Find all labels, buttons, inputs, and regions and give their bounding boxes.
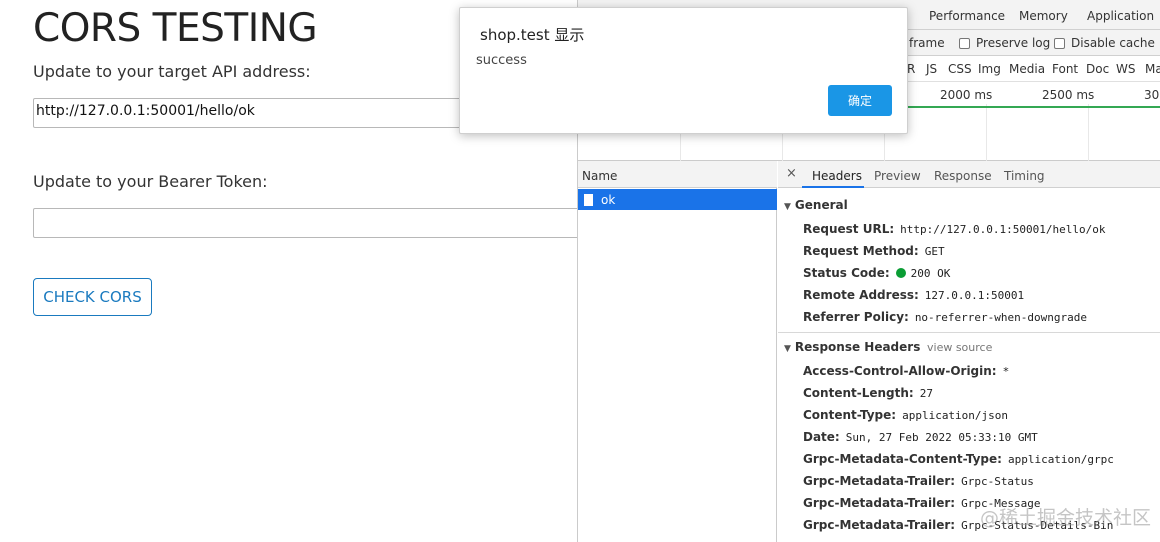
watermark: @稀土掘金技术社区 <box>980 507 1152 529</box>
header-value: no-referrer-when-downgrade <box>914 310 1087 324</box>
response-header-row: Content-Length: 27 <box>803 386 933 400</box>
general-row: Remote Address: 127.0.0.1:50001 <box>803 288 1024 302</box>
triangle-down-icon: ▼ <box>784 344 791 354</box>
request-detail-panel: × Headers Preview Response Timing ▼ Gener… <box>778 161 1160 542</box>
response-header-row: Grpc-Metadata-Trailer: Grpc-Status <box>803 474 1034 488</box>
bearer-token-input[interactable] <box>33 208 593 238</box>
tab-timing[interactable]: Timing <box>1004 169 1045 183</box>
timeline-tick: 2000 ms <box>940 88 993 102</box>
filter-type[interactable]: R <box>907 62 915 76</box>
general-section-toggle[interactable]: ▼ General <box>784 198 848 212</box>
active-tab-indicator <box>802 186 864 188</box>
response-headers-section-toggle[interactable]: ▼ Response Headers <box>784 340 920 354</box>
timeline-load-bar <box>908 106 1160 108</box>
header-value: 27 <box>919 386 933 400</box>
filter-doc[interactable]: Doc <box>1086 62 1109 76</box>
file-icon <box>584 193 593 206</box>
view-source-link[interactable]: view source <box>927 341 992 354</box>
dialog-ok-button[interactable]: 确定 <box>828 85 892 116</box>
header-key: Access-Control-Allow-Origin: <box>803 364 997 378</box>
page-title: CORS TESTING <box>33 6 318 51</box>
tab-application[interactable]: Application <box>1087 9 1154 23</box>
header-key: Referrer Policy: <box>803 310 909 324</box>
header-key: Grpc-Metadata-Trailer: <box>803 496 956 510</box>
general-row: Status Code: 200 OK <box>803 266 950 280</box>
header-value: GET <box>924 244 945 258</box>
checkbox-icon <box>1054 37 1065 49</box>
header-value: application/grpc <box>1007 452 1114 466</box>
request-list-header-name[interactable]: Name <box>578 161 777 188</box>
timeline-tick: 300 <box>1144 88 1160 102</box>
timeline-gridline <box>1088 104 1089 161</box>
header-value: http://127.0.0.1:50001/hello/ok <box>900 222 1106 236</box>
filter-img[interactable]: Img <box>978 62 1001 76</box>
general-section-title: General <box>794 198 848 212</box>
header-key: Grpc-Metadata-Content-Type: <box>803 452 1002 466</box>
response-header-row: Grpc-Metadata-Content-Type: application/g… <box>803 452 1114 466</box>
filter-ws[interactable]: WS <box>1116 62 1135 76</box>
checkbox-icon <box>959 37 970 49</box>
filter-js[interactable]: JS <box>926 62 937 76</box>
header-key: Request URL: <box>803 222 895 236</box>
close-icon[interactable]: × <box>786 166 797 181</box>
header-key: Grpc-Metadata-Trailer: <box>803 474 956 488</box>
bearer-token-label: Update to your Bearer Token: <box>33 172 268 191</box>
response-header-row: Content-Type: application/json <box>803 408 1008 422</box>
disable-cache-label: Disable cache <box>1071 36 1155 50</box>
tab-response[interactable]: Response <box>934 169 992 183</box>
status-ok-icon <box>895 268 906 278</box>
request-row-ok[interactable]: ok <box>578 189 777 210</box>
option-frame[interactable]: frame <box>909 36 945 50</box>
header-key: Grpc-Metadata-Trailer: <box>803 518 956 532</box>
header-value: 200 OK <box>910 266 951 280</box>
header-key: Remote Address: <box>803 288 919 302</box>
preserve-log-label: Preserve log <box>976 36 1051 50</box>
header-value: Sun, 27 Feb 2022 05:33:10 GMT <box>845 430 1038 444</box>
triangle-down-icon: ▼ <box>784 202 791 212</box>
request-name: ok <box>601 192 616 207</box>
alert-dialog: shop.test 显示 success 确定 <box>459 7 908 134</box>
timeline-tick: 2500 ms <box>1042 88 1095 102</box>
general-row: Request Method: GET <box>803 244 945 258</box>
general-row: Request URL: http://127.0.0.1:50001/hello… <box>803 222 1105 236</box>
timeline-gridline <box>986 104 987 161</box>
general-row: Referrer Policy: no-referrer-when-downgra… <box>803 310 1087 324</box>
tab-memory[interactable]: Memory <box>1019 9 1068 23</box>
dialog-title: shop.test 显示 <box>480 26 585 44</box>
filter-font[interactable]: Font <box>1052 62 1078 76</box>
disable-cache-checkbox[interactable]: Disable cache <box>1054 36 1155 50</box>
header-key: Content-Length: <box>803 386 914 400</box>
response-header-row: Date: Sun, 27 Feb 2022 05:33:10 GMT <box>803 430 1038 444</box>
filter-css[interactable]: CSS <box>948 62 972 76</box>
preserve-log-checkbox[interactable]: Preserve log <box>959 36 1050 50</box>
header-key: Content-Type: <box>803 408 897 422</box>
option-frame-label: frame <box>909 36 945 50</box>
tab-headers[interactable]: Headers <box>812 169 862 183</box>
dialog-message: success <box>476 53 527 68</box>
header-value: * <box>1002 364 1010 378</box>
header-value: application/json <box>902 408 1009 422</box>
tab-preview[interactable]: Preview <box>874 169 921 183</box>
tab-performance[interactable]: Performance <box>929 9 1005 23</box>
filter-manifest[interactable]: Ma <box>1145 62 1160 76</box>
api-address-label: Update to your target API address: <box>33 62 311 81</box>
section-divider <box>778 332 1160 333</box>
response-headers-title: Response Headers <box>794 340 921 354</box>
header-value: 127.0.0.1:50001 <box>924 288 1025 302</box>
filter-media[interactable]: Media <box>1009 62 1045 76</box>
header-key: Request Method: <box>803 244 919 258</box>
response-header-row: Access-Control-Allow-Origin: * <box>803 364 1009 378</box>
header-value: Grpc-Status <box>961 474 1034 488</box>
header-key: Status Code: <box>803 266 890 280</box>
detail-tab-bar: × Headers Preview Response Timing <box>778 161 1160 188</box>
header-key: Date: <box>803 430 840 444</box>
request-list: Name ok <box>578 161 777 542</box>
check-cors-button[interactable]: CHECK CORS <box>33 278 152 316</box>
